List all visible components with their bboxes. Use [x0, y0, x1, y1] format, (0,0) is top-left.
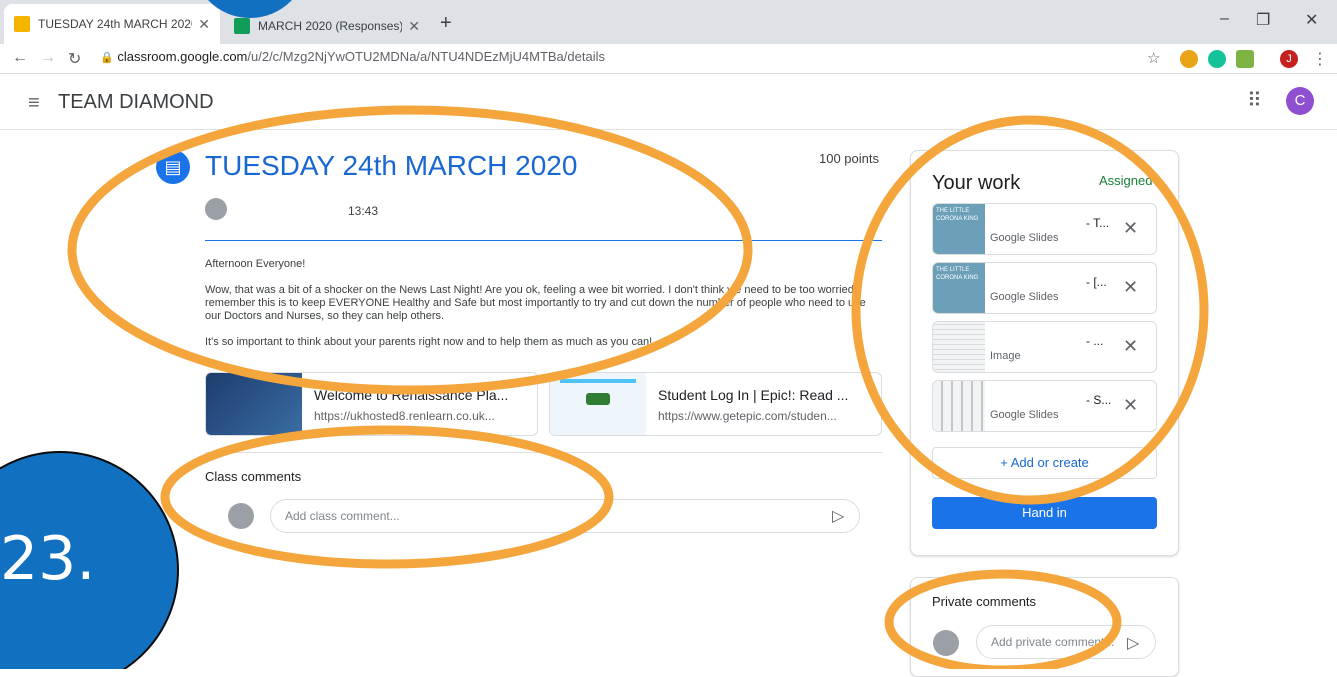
attachment-name: - [...	[1086, 275, 1107, 289]
header-divider	[205, 240, 882, 241]
class-name[interactable]: TEAM DIAMOND	[58, 91, 214, 114]
new-tab-icon[interactable]: +	[440, 12, 452, 35]
chrome-menu-icon[interactable]: ⋮	[1312, 49, 1328, 69]
private-comments-label: Private comments	[932, 594, 1037, 609]
attachment-type: Google Slides	[990, 232, 1059, 244]
attachment-thumbnail	[933, 322, 985, 372]
tab-title: TUESDAY 24th MARCH 2020	[38, 17, 193, 31]
extension-colorwheel-icon[interactable]	[1180, 50, 1198, 68]
section-divider	[205, 452, 882, 453]
class-comments-label: Class comments	[205, 469, 302, 484]
assignment-points: 100 points	[819, 151, 879, 166]
link-thumbnail	[206, 373, 302, 435]
assignment-icon: ▤	[156, 150, 190, 184]
close-tab-icon[interactable]: ✕	[408, 18, 420, 35]
address-bar[interactable]: 🔒 classroom.google.com/u/2/c/Mzg2NjYwOTU…	[100, 49, 605, 64]
hand-in-button[interactable]: Hand in	[932, 497, 1157, 529]
reload-icon[interactable]: ↻	[68, 49, 81, 69]
attachment-thumbnail	[933, 381, 985, 431]
attachment-type: Google Slides	[990, 291, 1059, 303]
url-host: classroom.google.com	[117, 49, 248, 64]
lock-icon: 🔒	[100, 52, 114, 64]
send-icon[interactable]: ▷	[832, 506, 844, 526]
commenter-avatar	[933, 630, 959, 656]
browser-tab-assignment[interactable]: TUESDAY 24th MARCH 2020 ✕	[4, 4, 220, 44]
work-attachment[interactable]: - ... Image ✕	[932, 321, 1157, 373]
profile-avatar[interactable]: J	[1280, 50, 1298, 68]
attachment-type: Image	[990, 350, 1021, 362]
attachment-thumbnail: THE LITTLE CORONA KING	[933, 263, 985, 313]
attachment-name: - S...	[1086, 393, 1112, 407]
remove-attachment-icon[interactable]: ✕	[1123, 336, 1138, 357]
bookmark-star-icon[interactable]: ☆	[1147, 49, 1160, 67]
link-attachment-renaissance[interactable]: Welcome to Renaissance Pla... https://uk…	[205, 372, 538, 436]
grammarly-icon[interactable]	[1208, 50, 1226, 68]
browser-tab-strip: TUESDAY 24th MARCH 2020 ✕ MARCH 2020 (Re…	[0, 0, 1337, 44]
link-title: Student Log In | Epic!: Read ...	[658, 387, 849, 403]
window-close-icon[interactable]: ✕	[1305, 10, 1318, 30]
link-title: Welcome to Renaissance Pla...	[314, 387, 509, 403]
work-status: Assigned	[1099, 173, 1153, 188]
your-work-title: Your work	[932, 172, 1021, 194]
classroom-favicon-icon	[14, 16, 30, 32]
remove-attachment-icon[interactable]: ✕	[1123, 277, 1138, 298]
browser-tab-responses[interactable]: MARCH 2020 (Responses) - Goo ✕	[224, 8, 430, 44]
link-url: https://www.getepic.com/studen...	[658, 409, 837, 423]
private-comments-card: Private comments Add private comment... …	[910, 577, 1179, 677]
close-tab-icon[interactable]: ✕	[198, 16, 210, 33]
attachment-name: - ...	[1086, 334, 1104, 348]
class-comment-input[interactable]: Add class comment...	[270, 499, 860, 533]
restore-icon[interactable]: ❐	[1256, 10, 1270, 30]
instruction-paragraph: Wow, that was a bit of a shocker on the …	[205, 284, 866, 322]
work-attachment[interactable]: THE LITTLE CORONA KING - [... Google Sli…	[932, 262, 1157, 314]
forward-icon[interactable]: →	[40, 49, 56, 67]
remove-attachment-icon[interactable]: ✕	[1123, 395, 1138, 416]
extension-icon[interactable]	[1236, 50, 1254, 68]
classroom-app-bar: ≡ TEAM DIAMOND ⠿ C	[0, 74, 1337, 130]
url-path: /u/2/c/Mzg2NjYwOTU2MDNa/a/NTU4NDEzMjU4MT…	[247, 49, 605, 64]
sheets-favicon-icon	[234, 18, 250, 34]
work-attachment[interactable]: - S... Google Slides ✕	[932, 380, 1157, 432]
assignment-instructions: Afternoon Everyone! Wow, that was a bit …	[205, 258, 882, 362]
commenter-avatar	[228, 503, 254, 529]
send-icon[interactable]: ▷	[1127, 633, 1139, 653]
instruction-paragraph: Afternoon Everyone!	[205, 258, 306, 270]
posted-time: 13:43	[348, 204, 379, 218]
google-apps-icon[interactable]: ⠿	[1247, 88, 1262, 113]
back-icon[interactable]: ←	[12, 49, 28, 67]
link-thumbnail	[550, 373, 646, 435]
minimize-icon[interactable]: –	[1220, 10, 1229, 28]
author-avatar	[205, 198, 227, 220]
browser-toolbar: ← → ↻ 🔒 classroom.google.com/u/2/c/Mzg2N…	[0, 44, 1337, 74]
tab-title: MARCH 2020 (Responses) - Goo	[258, 19, 403, 33]
link-attachment-epic[interactable]: Student Log In | Epic!: Read ... https:/…	[549, 372, 882, 436]
attachment-name: - T...	[1086, 216, 1110, 230]
your-work-card: Your work Assigned THE LITTLE CORONA KIN…	[910, 150, 1179, 556]
step-number: 23.	[0, 524, 96, 594]
remove-attachment-icon[interactable]: ✕	[1123, 218, 1138, 239]
instruction-paragraph: It's so important to think about your pa…	[205, 336, 653, 348]
work-attachment[interactable]: THE LITTLE CORONA KING - T... Google Sli…	[932, 203, 1157, 255]
attachment-type: Google Slides	[990, 409, 1059, 421]
link-url: https://ukhosted8.renlearn.co.uk...	[314, 409, 495, 423]
add-or-create-button[interactable]: + Add or create	[932, 447, 1157, 479]
hamburger-menu-icon[interactable]: ≡	[28, 92, 40, 115]
highlight-ellipse-class-comments	[160, 425, 614, 569]
user-avatar[interactable]: C	[1286, 87, 1314, 115]
attachment-thumbnail: THE LITTLE CORONA KING	[933, 204, 985, 254]
assignment-title: TUESDAY 24th MARCH 2020	[205, 150, 578, 181]
